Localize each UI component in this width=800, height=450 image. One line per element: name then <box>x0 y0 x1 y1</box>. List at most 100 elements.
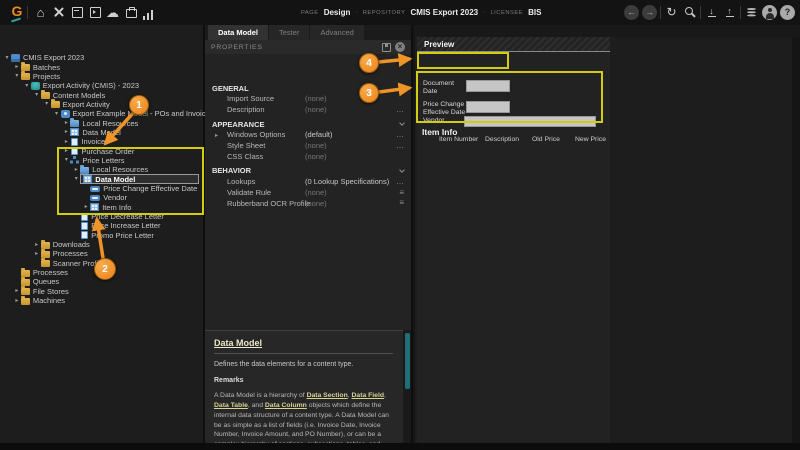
document-date-input[interactable] <box>466 80 510 92</box>
price-change-effective-date-input[interactable] <box>466 101 510 113</box>
tree-item-item-info[interactable]: ▸Item Info <box>0 203 203 212</box>
expander-icon[interactable]: ▾ <box>23 83 31 89</box>
property-value[interactable]: (0 Lookup Specifications) <box>305 177 389 186</box>
expander-icon[interactable]: ▸ <box>72 167 80 173</box>
help-link[interactable]: Data Table <box>214 402 248 409</box>
batches-icon[interactable] <box>69 4 84 20</box>
help-icon[interactable] <box>780 5 795 20</box>
property-value[interactable]: (none) <box>305 152 327 161</box>
save-icon[interactable] <box>382 43 391 52</box>
preview-scrollbar[interactable] <box>792 37 800 443</box>
expander-icon[interactable]: ▾ <box>3 55 11 61</box>
tree-item-export-example-model-pos-and-invoices[interactable]: ▾Export Example Model - POs and Invoices <box>0 109 203 118</box>
expander-icon[interactable]: ▸ <box>62 120 70 126</box>
tree-item-cmis-export-2023[interactable]: ▾CMIS Export 2023 <box>0 53 203 62</box>
home-icon[interactable] <box>33 4 48 20</box>
app-logo-icon[interactable]: G <box>8 3 26 22</box>
property-value[interactable]: (none) <box>305 94 327 103</box>
expander-icon[interactable]: ▾ <box>62 157 70 163</box>
download-icon[interactable] <box>704 4 719 20</box>
property-value[interactable]: (none) <box>305 188 327 197</box>
expander-icon[interactable]: ▾ <box>33 92 41 98</box>
expander-icon[interactable]: ▾ <box>72 176 80 182</box>
tab-tester[interactable]: Tester <box>269 25 309 40</box>
property-value[interactable]: (default) <box>305 130 333 139</box>
jobs-icon[interactable] <box>123 4 138 20</box>
tree-item-price-decrease-letter[interactable]: Price Decrease Letter <box>0 212 203 221</box>
tree-item-price-letters[interactable]: ▾Price Letters <box>0 156 203 165</box>
ellipsis-button[interactable]: … <box>396 178 404 186</box>
expander-icon[interactable]: ▸ <box>13 64 21 70</box>
user-icon[interactable] <box>762 5 777 20</box>
tree-item-file-stores[interactable]: ▸File Stores <box>0 287 203 296</box>
expander-icon[interactable]: ▸ <box>62 129 70 135</box>
close-icon[interactable] <box>395 42 405 52</box>
tree-item-price-change-effective-date[interactable]: Price Change Effective Date <box>0 184 203 193</box>
database-icon[interactable] <box>744 4 759 20</box>
tree-item-downloads[interactable]: ▸Downloads <box>0 240 203 249</box>
search-icon[interactable] <box>682 4 697 20</box>
forward-icon[interactable] <box>642 5 657 20</box>
expander-icon[interactable]: ▾ <box>53 111 61 117</box>
expander-icon[interactable]: ▾ <box>43 101 51 107</box>
help-link[interactable]: Data Field <box>352 392 384 399</box>
cloud-upload-icon[interactable] <box>105 4 120 20</box>
tree-item-label: Data Model <box>82 128 120 137</box>
tree-item-batches[interactable]: ▸Batches <box>0 62 203 71</box>
tools-icon[interactable] <box>51 4 66 20</box>
vendor-input[interactable] <box>464 116 596 127</box>
expander-icon[interactable]: ▸ <box>33 242 41 248</box>
tree-item-content-models[interactable]: ▾Content Models <box>0 90 203 99</box>
section-header-general[interactable]: GENERAL <box>205 83 411 94</box>
menu-button[interactable]: ≡ <box>399 199 404 207</box>
chevron-down-icon[interactable] <box>399 167 405 173</box>
tree-item-price-increase-letter[interactable]: Price Increase Letter <box>0 221 203 230</box>
tree-item-promo-price-letter[interactable]: Promo Price Letter <box>0 231 203 240</box>
repository-label: REPOSITORY <box>363 10 406 16</box>
ellipsis-button[interactable]: … <box>396 142 404 150</box>
tree-item-data-model[interactable]: ▾Data Model <box>0 174 203 183</box>
refresh-icon[interactable] <box>664 4 679 20</box>
ellipsis-button[interactable]: … <box>396 131 404 139</box>
expander-icon[interactable]: ▸ <box>82 204 90 210</box>
tree-item-data-model[interactable]: ▸ Data Model <box>0 128 203 137</box>
property-value[interactable]: (none) <box>305 105 327 114</box>
expander-icon[interactable]: ▸ <box>13 288 21 294</box>
ellipsis-button[interactable]: … <box>396 106 404 114</box>
help-link[interactable]: Data Column <box>265 402 307 409</box>
tree-item-machines[interactable]: ▸Machines <box>0 296 203 305</box>
tasks-icon[interactable] <box>87 4 102 20</box>
tree-item-vendor[interactable]: Vendor <box>0 193 203 202</box>
tree-item-export-activity-cmis-2023[interactable]: ▾Export Activity (CMIS) - 2023 <box>0 81 203 90</box>
section-header-behavior[interactable]: BEHAVIOR <box>205 165 411 176</box>
expander-icon[interactable]: ▸ <box>62 148 70 154</box>
tree-item-local-resources[interactable]: ▸Local Resources <box>0 165 203 174</box>
expander-icon[interactable]: ▸ <box>33 251 41 257</box>
tree-item-content: Price Letters <box>70 156 124 165</box>
tree-item-export-activity[interactable]: ▾Export Activity <box>0 100 203 109</box>
expander-icon[interactable]: ▸ <box>62 139 70 145</box>
section-header-appearance[interactable]: APPEARANCE <box>205 119 411 130</box>
expander-icon[interactable]: ▾ <box>13 73 21 79</box>
project-icon <box>31 82 40 90</box>
back-icon[interactable] <box>624 5 639 20</box>
tree-item-invoice[interactable]: ▸Invoice <box>0 137 203 146</box>
property-value[interactable]: (none) <box>305 199 327 208</box>
tab-advanced[interactable]: Advanced <box>310 25 363 40</box>
scrollbar-thumb[interactable] <box>405 333 410 389</box>
upload-icon[interactable] <box>722 4 737 20</box>
tree-item-projects[interactable]: ▾Projects <box>0 72 203 81</box>
tree-item-processes[interactable]: ▸Processes <box>0 249 203 258</box>
help-link[interactable]: Data Section <box>307 392 348 399</box>
stats-icon[interactable] <box>141 4 156 20</box>
tab-data-model[interactable]: Data Model <box>208 25 268 40</box>
tree-item-purchase-order[interactable]: ▸Purchase Order <box>0 146 203 155</box>
expander-icon[interactable]: ▸ <box>215 132 218 139</box>
breadcrumb-separator: · <box>355 9 357 16</box>
help-scrollbar[interactable] <box>403 330 411 443</box>
property-value[interactable]: (none) <box>305 141 327 150</box>
tree-item-local-resources[interactable]: ▸Local Resources <box>0 118 203 127</box>
menu-button[interactable]: ≡ <box>399 189 404 197</box>
chevron-down-icon[interactable] <box>399 120 405 126</box>
expander-icon[interactable]: ▸ <box>13 298 21 304</box>
